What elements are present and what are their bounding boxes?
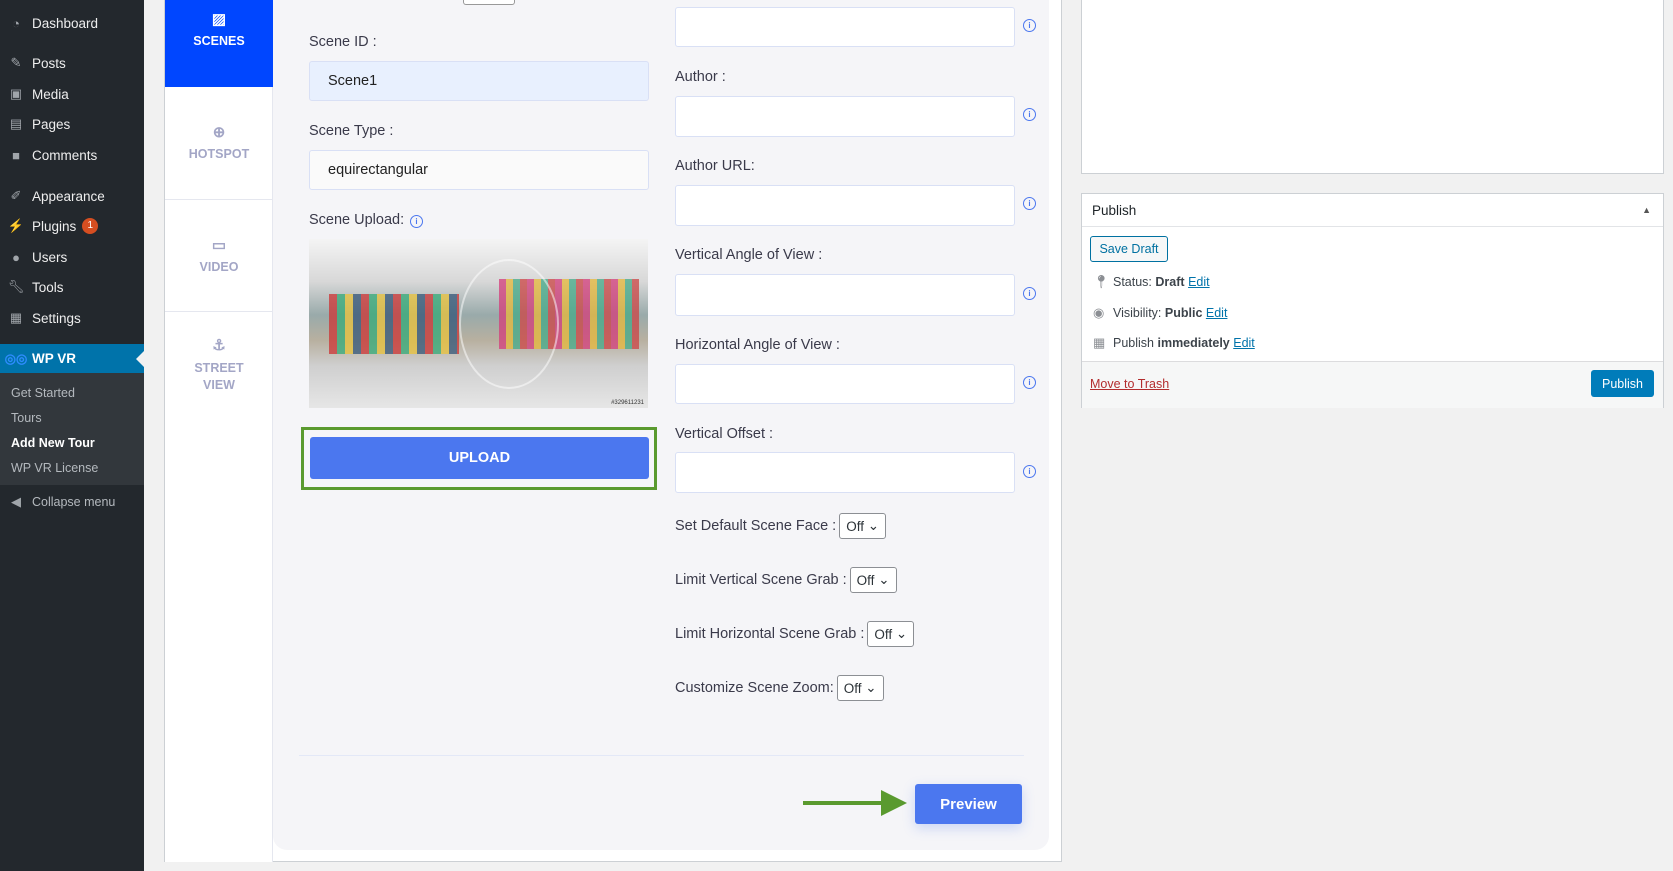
video-icon: ▭ [211, 237, 227, 254]
arrow-icon [803, 801, 883, 805]
author-url-input[interactable] [675, 185, 1015, 226]
sidebar-item-plugins[interactable]: ⚡ Plugins 1 [0, 213, 144, 239]
eye-icon: ◉ [1093, 305, 1105, 320]
author-url-label: Author URL: [675, 158, 755, 174]
dashboard-icon: ◔ [12, 15, 20, 31]
limit-vertical-grab-select[interactable]: Off ⌄ [849, 567, 897, 593]
sidebar-item-comments[interactable]: ■ Comments [0, 142, 144, 168]
edit-schedule-link[interactable]: Edit [1233, 336, 1255, 350]
limit-vertical-grab-row: Limit Vertical Scene Grab : Off ⌄ [675, 567, 897, 593]
wp-vr-submenu: Get Started Tours Add New Tour WP VR Lic… [0, 373, 144, 485]
pin-icon: 📍︎ [1093, 274, 1110, 289]
help-icon[interactable]: i [1023, 19, 1036, 32]
submenu-get-started[interactable]: Get Started [11, 386, 75, 400]
submenu-license[interactable]: WP VR License [11, 461, 98, 475]
help-icon[interactable]: i [1023, 465, 1036, 478]
image-caption: #329611231 [611, 400, 644, 406]
scene-type-input[interactable]: equirectangular [309, 150, 649, 190]
scene-type-label: Scene Type : [309, 123, 394, 139]
update-badge: 1 [82, 218, 99, 234]
sidebar-item-settings[interactable]: ▦ Settings [0, 305, 144, 331]
crosshair-icon: ⊕ [212, 124, 226, 141]
image-icon: ▨ [211, 11, 227, 28]
sidebar-item-posts[interactable]: ✎ Posts [0, 50, 144, 76]
scene-upload-label: Scene Upload: [309, 212, 405, 228]
save-draft-button[interactable]: Save Draft [1090, 236, 1168, 262]
horizontal-angle-input[interactable] [675, 364, 1015, 404]
preview-button[interactable]: Preview [915, 784, 1022, 824]
default-scene-face-select[interactable]: Off ⌄ [839, 513, 887, 539]
customize-zoom-select[interactable]: Off ⌄ [836, 675, 884, 701]
tab-street-view[interactable]: ⚓︎ STREET VIEW [165, 312, 273, 412]
visibility-row: ◉ Visibility: Public Edit [1093, 305, 1228, 320]
vertical-angle-label: Vertical Angle of View : [675, 247, 823, 263]
field-input-0[interactable] [675, 7, 1015, 47]
brush-icon: ✐ [10, 188, 22, 203]
tab-hotspot[interactable]: ⊕ HOTSPOT [165, 87, 273, 200]
sidebar-item-dashboard[interactable]: ◔ Dashboard [0, 10, 144, 36]
chevron-down-icon: ⌄ [867, 518, 880, 533]
anchor-icon: ⚓︎ [212, 337, 226, 354]
vr-icon: ◎◎ [4, 350, 28, 366]
help-icon[interactable]: i [1023, 287, 1036, 300]
scene-id-label: Scene ID : [309, 34, 377, 50]
vertical-offset-input[interactable] [675, 452, 1015, 493]
schedule-row: ▦ Publish immediately Edit [1093, 335, 1255, 350]
settings-icon: ▦ [9, 310, 23, 325]
horizontal-angle-label: Horizontal Angle of View : [675, 337, 840, 353]
upload-button[interactable]: UPLOAD [310, 437, 649, 479]
comment-icon: ■ [12, 147, 20, 163]
help-icon[interactable]: i [1023, 108, 1036, 121]
sidebar-item-media[interactable]: ▣ Media [0, 81, 144, 107]
publish-header[interactable]: Publish ▲ [1082, 194, 1663, 227]
status-row: 📍︎ Status: Draft Edit [1093, 274, 1210, 289]
plugin-icon: ⚡ [7, 218, 25, 233]
author-input[interactable] [675, 96, 1015, 137]
help-icon[interactable]: i [410, 215, 423, 228]
chevron-down-icon: ⌄ [878, 572, 890, 587]
divider [299, 755, 1024, 756]
chevron-down-icon: ⌄ [895, 626, 908, 641]
limit-horizontal-grab-select[interactable]: Off ⌄ [867, 621, 915, 647]
publish-box: Publish ▲ [1081, 193, 1664, 408]
scene-preview-image: #329611231 [309, 239, 648, 408]
collapse-toggle-icon[interactable]: ▲ [1642, 205, 1651, 215]
submenu-tours[interactable]: Tours [11, 411, 42, 425]
submenu-add-new-tour[interactable]: Add New Tour [11, 436, 95, 450]
sidebar-item-users[interactable]: ● Users [0, 244, 144, 270]
sidebar-item-wp-vr[interactable]: ◎◎ WP VR [0, 344, 144, 373]
arrow-head-icon [881, 790, 907, 816]
pages-icon: ▤ [9, 116, 23, 131]
calendar-icon: ▦ [1093, 335, 1106, 350]
help-icon[interactable]: i [1023, 376, 1036, 389]
tab-scenes[interactable]: ▨ SCENES [165, 0, 273, 87]
admin-sidebar: ◔ Dashboard ✎ Posts ▣ Media ▤ Pages ■ Comment… [0, 0, 144, 871]
collapse-menu-button[interactable]: ◀ Collapse menu [0, 489, 144, 515]
default-scene-face-row: Set Default Scene Face : Off ⌄ [675, 513, 887, 539]
scene-id-input[interactable]: Scene1 [309, 61, 649, 101]
tab-video[interactable]: ▭ VIDEO [165, 200, 273, 312]
user-icon: ● [12, 249, 20, 265]
edit-status-link[interactable]: Edit [1188, 275, 1210, 289]
edit-visibility-link[interactable]: Edit [1206, 306, 1228, 320]
side-metabox [1081, 0, 1664, 174]
vertical-offset-label: Vertical Offset : [675, 426, 774, 442]
publish-button[interactable]: Publish [1591, 370, 1654, 397]
collapse-icon: ◀ [11, 494, 21, 509]
sidebar-item-tools[interactable]: 🔧︎ Tools [0, 274, 144, 300]
pin-icon: ✎ [10, 55, 22, 70]
sidebar-item-appearance[interactable]: ✐ Appearance [0, 183, 144, 209]
media-icon: ▣ [9, 86, 23, 101]
vertical-angle-input[interactable] [675, 274, 1015, 316]
customize-zoom-row: Customize Scene Zoom: Off ⌄ [675, 675, 884, 701]
limit-horizontal-grab-row: Limit Horizontal Scene Grab : Off ⌄ [675, 621, 915, 647]
wrench-icon: 🔧︎ [7, 279, 25, 294]
sidebar-item-pages[interactable]: ▤ Pages [0, 111, 144, 137]
partial-control[interactable] [463, 0, 515, 5]
help-icon[interactable]: i [1023, 197, 1036, 210]
author-label: Author : [675, 69, 726, 85]
move-to-trash-link[interactable]: Move to Trash [1090, 377, 1169, 391]
editor-tabs: ▨ SCENES ⊕ HOTSPOT ▭ VIDEO ⚓︎ STREET VIEW [165, 0, 273, 862]
chevron-down-icon: ⌄ [865, 680, 877, 695]
